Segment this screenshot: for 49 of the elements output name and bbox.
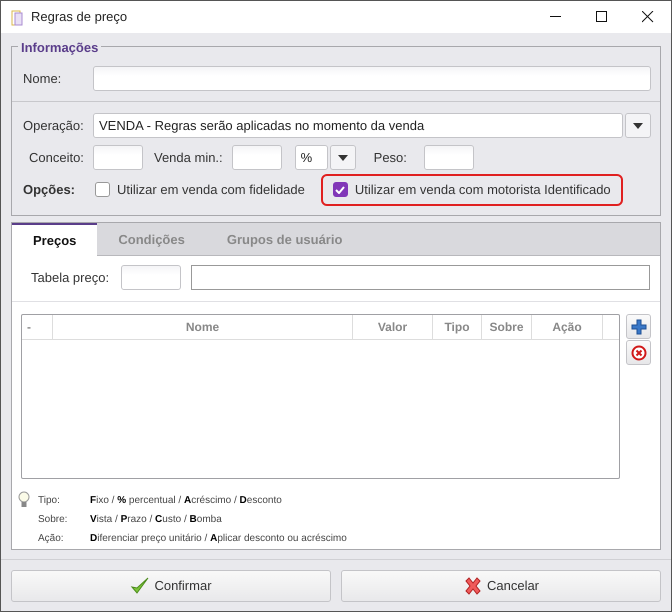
field-label: Operação: xyxy=(23,116,85,135)
dropdown-button[interactable] xyxy=(625,113,651,138)
input-field[interactable] xyxy=(232,145,282,170)
field-label: Peso: xyxy=(374,148,407,167)
legend-key: Tipo: xyxy=(38,491,90,510)
column-header: Valor xyxy=(353,315,433,339)
close-icon xyxy=(630,344,646,360)
field-label: Opções: xyxy=(23,181,76,199)
checkbox-label: Utilizar em venda com fidelidade xyxy=(117,181,305,199)
cancel-button[interactable]: Cancelar xyxy=(341,570,661,602)
column-header: Nome xyxy=(53,315,353,339)
close-icon xyxy=(642,11,654,23)
caret-icon xyxy=(338,154,348,160)
field-label: Venda min.: xyxy=(154,148,223,167)
column-header: Ação xyxy=(532,315,603,339)
column-header: - xyxy=(22,315,53,339)
minimize-icon xyxy=(550,16,562,18)
input-field[interactable] xyxy=(93,66,651,91)
confirm-button[interactable]: Confirmar xyxy=(11,570,331,602)
input-field[interactable] xyxy=(93,145,143,170)
x-icon xyxy=(462,576,483,596)
plus-icon xyxy=(630,318,646,334)
input-field[interactable] xyxy=(191,265,650,290)
legend-key: Sobre: xyxy=(38,510,90,529)
field-label: Conceito: xyxy=(29,148,85,167)
dropdown-field[interactable]: % xyxy=(294,145,328,170)
checkbox[interactable] xyxy=(95,182,110,198)
dropdown-button[interactable] xyxy=(330,145,356,170)
column-header: Tipo xyxy=(433,315,482,339)
legend-text: Vista / Prazo / Custo / Bomba xyxy=(90,513,222,527)
checkbox[interactable] xyxy=(332,182,348,198)
legend-text: Diferenciar preço unitário / Aplicar desconto ou acréscimo xyxy=(90,532,347,546)
field-label: Nome: xyxy=(23,70,62,88)
input-field[interactable] xyxy=(121,265,181,290)
tab[interactable]: Preços xyxy=(12,223,98,257)
check-icon xyxy=(130,576,150,596)
lightbulb-icon xyxy=(18,491,30,509)
input-field[interactable] xyxy=(424,145,474,170)
legend-text: Fixo / % percentual / Acréscimo / Desconto xyxy=(90,494,282,508)
remove-button[interactable] xyxy=(626,340,651,365)
legend-key: Ação: xyxy=(38,529,90,548)
caret-icon xyxy=(633,122,643,128)
add-button[interactable] xyxy=(626,314,651,339)
column-header: Sobre xyxy=(482,315,532,339)
dropdown-field[interactable]: VENDA - Regras serão aplicadas no momento da venda xyxy=(93,113,623,138)
checkbox-label: Utilizar em venda com motorista Identificado xyxy=(354,181,611,199)
field-label: Tabela preço: xyxy=(31,268,110,287)
window-title: Regras de preço xyxy=(31,8,128,26)
maximize-icon xyxy=(596,11,608,23)
